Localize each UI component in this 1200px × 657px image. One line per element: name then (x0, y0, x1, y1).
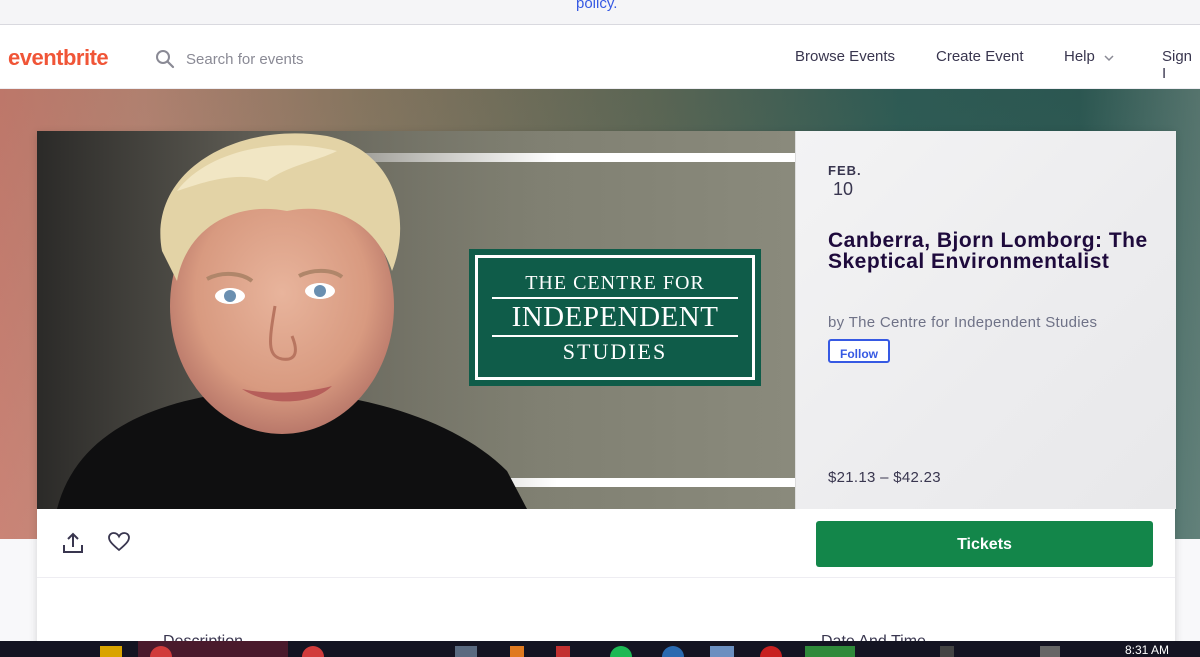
app-icon[interactable] (662, 646, 684, 657)
app-icon[interactable] (805, 646, 855, 657)
event-organizer[interactable]: by The Centre for Independent Studies (828, 314, 1097, 331)
share-icon[interactable] (62, 532, 84, 554)
nav-help[interactable]: Help (1064, 48, 1095, 65)
cis-logo-rule (492, 297, 738, 299)
event-banner-image: THE CENTRE FOR INDEPENDENT STUDIES (37, 131, 795, 509)
tray-icon[interactable] (1040, 646, 1060, 657)
tray-icon[interactable] (940, 646, 954, 657)
file-explorer-icon[interactable] (100, 646, 122, 657)
heart-icon[interactable] (108, 532, 130, 552)
site-header: eventbrite Browse Events Create Event He… (0, 25, 1200, 89)
nav-sign-in[interactable]: Sign I (1162, 48, 1200, 82)
event-actions-bar: Tickets (37, 509, 1175, 578)
spotify-icon[interactable] (610, 646, 632, 657)
nav-create-event[interactable]: Create Event (936, 48, 1024, 65)
cis-logo-line3: STUDIES (562, 339, 668, 364)
cis-logo-rule (492, 335, 738, 337)
cis-logo: THE CENTRE FOR INDEPENDENT STUDIES (469, 249, 761, 386)
app-icon[interactable] (710, 646, 734, 657)
search-icon[interactable] (155, 49, 175, 69)
event-info-panel: FEB. 10 Canberra, Bjorn Lomborg: The Ske… (795, 131, 1176, 509)
search-input[interactable] (184, 47, 448, 71)
cis-logo-line2: INDEPENDENT (511, 301, 719, 333)
cis-logo-line1: THE CENTRE FOR (525, 272, 705, 294)
top-info-strip: policy. (0, 0, 1200, 25)
active-window-tab[interactable] (138, 641, 288, 657)
event-month: FEB. (828, 163, 862, 178)
eventbrite-logo[interactable]: eventbrite (8, 45, 109, 71)
follow-button[interactable]: Follow (828, 339, 890, 363)
app-icon[interactable] (556, 646, 570, 657)
policy-link[interactable]: policy. (576, 0, 617, 12)
event-price: $21.13 – $42.23 (828, 469, 941, 486)
chevron-down-icon[interactable] (1103, 53, 1115, 63)
os-taskbar: 8:31 AM (0, 641, 1200, 657)
event-title: Canberra, Bjorn Lomborg: The Skeptical E… (828, 229, 1148, 273)
app-icon[interactable] (455, 646, 477, 657)
event-day: 10 (833, 179, 854, 199)
app-icon[interactable] (302, 646, 324, 657)
tickets-button[interactable]: Tickets (816, 521, 1153, 567)
app-icon[interactable] (760, 646, 782, 657)
app-icon[interactable] (510, 646, 524, 657)
nav-browse-events[interactable]: Browse Events (795, 48, 895, 65)
taskbar-clock[interactable]: 8:31 AM (1125, 643, 1169, 657)
